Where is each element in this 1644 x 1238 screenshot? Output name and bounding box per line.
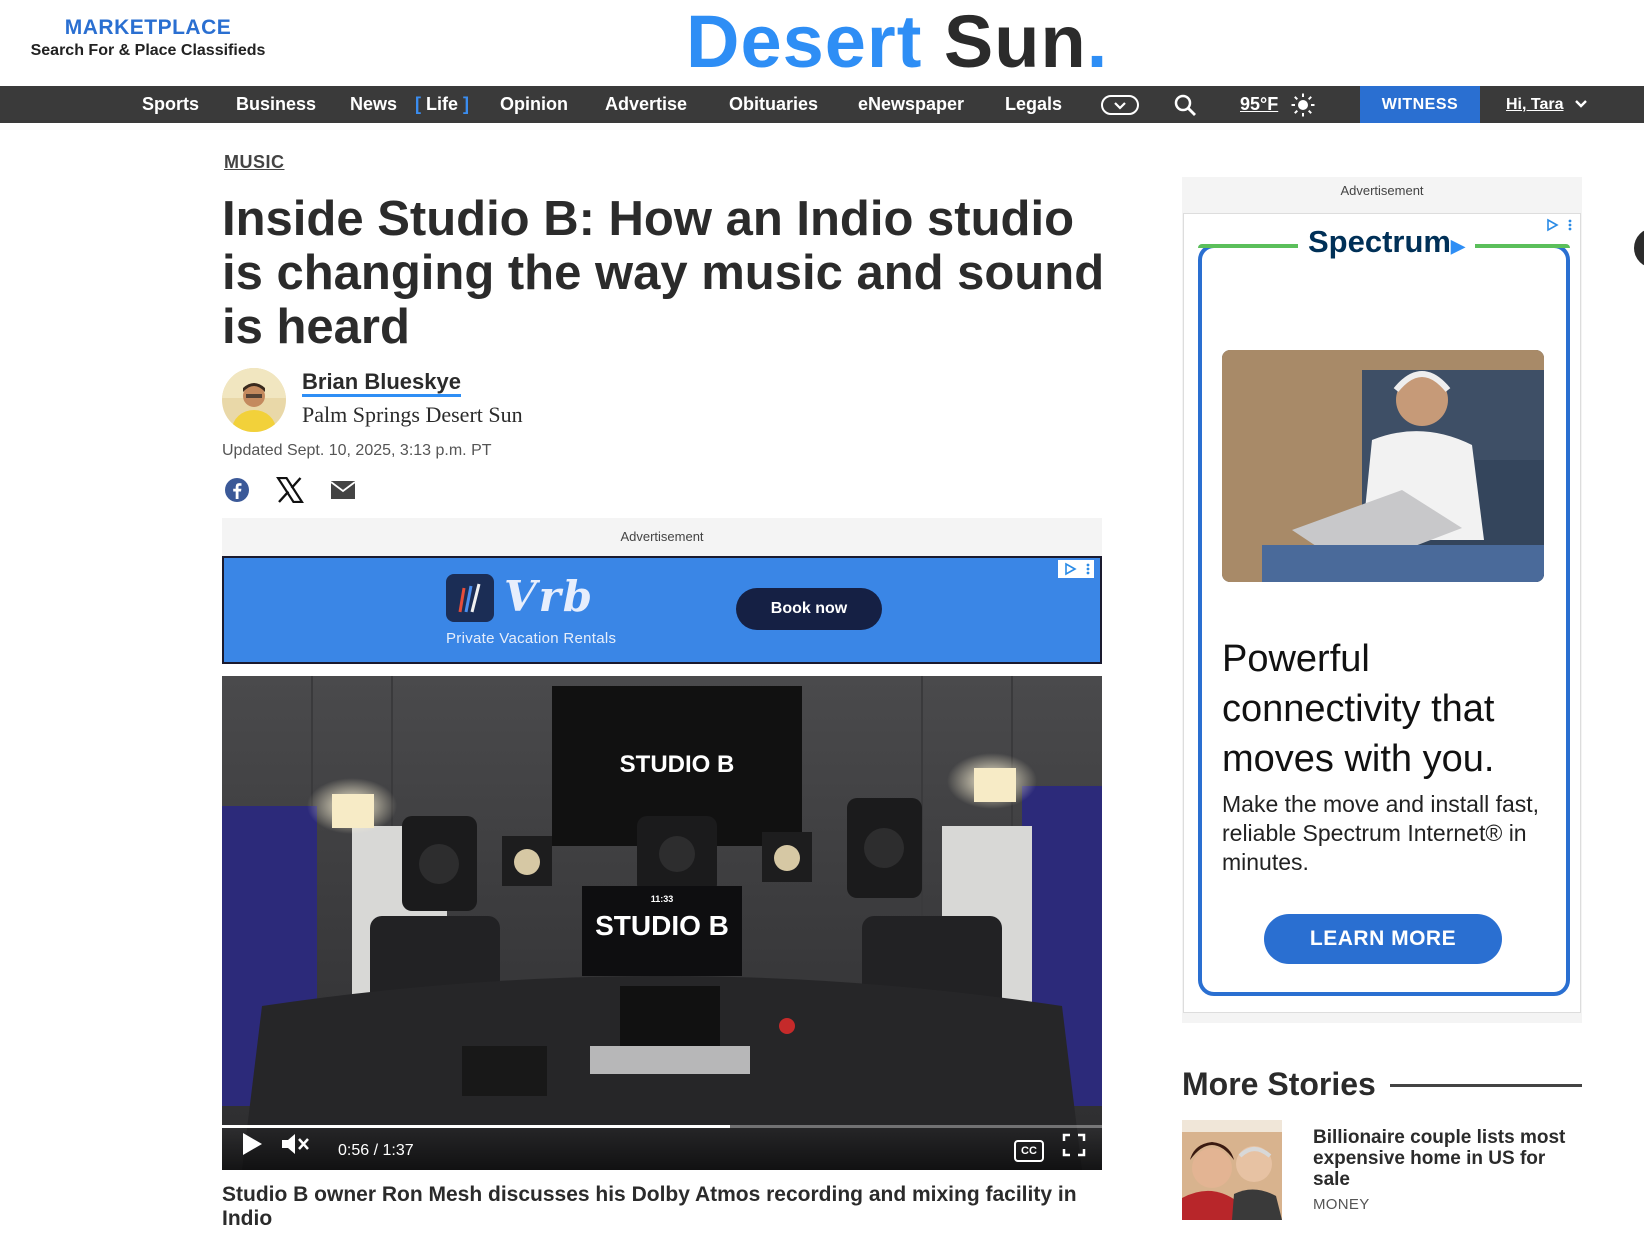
ad-label: Advertisement (222, 518, 1102, 556)
side-ad-label: Advertisement (1340, 183, 1424, 198)
vrbo-tagline: Private Vacation Rentals (446, 630, 617, 647)
author-avatar[interactable] (222, 368, 286, 432)
play-icon[interactable] (240, 1131, 264, 1162)
nav-item-life[interactable]: [ Life ] (415, 86, 469, 123)
side-adchoices-icon[interactable] (1540, 216, 1576, 234)
vrbo-logo (446, 574, 494, 622)
screen-text: STUDIO B (620, 751, 735, 778)
spectrum-headline: Powerful connectivity that moves with yo… (1222, 638, 1495, 780)
video-progress-fill (222, 1125, 730, 1128)
marketplace-subtitle: Search For & Place Classifieds (30, 42, 266, 59)
side-ad-creative[interactable]: Spectrum▶ Powerful connectivity that mov… (1183, 213, 1581, 1013)
story-title-link[interactable]: Billionaire couple lists most expensive … (1313, 1127, 1583, 1190)
x-icon[interactable] (275, 475, 305, 505)
nav-item-business[interactable]: Business (236, 86, 316, 123)
sun-icon (1290, 86, 1316, 123)
monitor-text: STUDIO B (595, 910, 729, 941)
author-name-link[interactable]: Brian Blueskye (302, 370, 461, 397)
adchoices-icon[interactable] (1058, 560, 1094, 578)
vrbo-wordmark: Vrb (504, 572, 595, 621)
more-stories-divider (1390, 1084, 1582, 1087)
vrbo-banner-ad[interactable]: Vrb Private Vacation Rentals Book now (222, 556, 1102, 664)
fullscreen-icon[interactable] (1062, 1133, 1086, 1162)
nav-item-sports[interactable]: Sports (142, 86, 199, 123)
studio-video-frame: STUDIO B 11:33 STUDIO B (222, 676, 1102, 1170)
story-category[interactable]: MONEY (1313, 1196, 1370, 1213)
spectrum-logo: Spectrum▶ (1298, 224, 1475, 260)
user-name: Hi, Tara (1506, 96, 1564, 113)
spectrum-subtext: Make the move and install fast, reliable… (1222, 791, 1540, 875)
publication-name: Palm Springs Desert Sun (302, 402, 523, 427)
main-nav: Sports Business News [ Life ] Opinion Ad… (0, 86, 1644, 123)
user-menu[interactable]: Hi, Tara (1506, 86, 1588, 123)
more-stories-title: More Stories (1182, 1066, 1376, 1102)
nav-item-news[interactable]: News (350, 86, 397, 123)
nav-item-legals[interactable]: Legals (1005, 86, 1062, 123)
video-controls: 0:56 / 1:37 CC (222, 1125, 1102, 1170)
video-progress-bar[interactable] (222, 1125, 1102, 1128)
spectrum-side-ad[interactable]: Advertisement Spectrum▶ Powerful connect… (1182, 177, 1582, 1023)
logo-word-desert: Desert (686, 0, 923, 83)
facebook-icon[interactable] (222, 475, 252, 505)
monitor-clock: 11:33 (651, 894, 674, 904)
video-caption: Studio B owner Ron Mesh discusses his Do… (222, 1183, 1077, 1230)
closed-captions-icon[interactable]: CC (1014, 1140, 1044, 1162)
video-player[interactable]: STUDIO B 11:33 STUDIO B 0:56 / 1:37 CC (222, 676, 1102, 1170)
logo-dot: . (1086, 0, 1109, 83)
video-time: 0:56 / 1:37 (338, 1142, 414, 1160)
more-menu-icon[interactable] (1100, 86, 1140, 123)
article-headline: Inside Studio B: How an Indio studio is … (222, 192, 1105, 354)
search-icon[interactable] (1170, 86, 1200, 123)
spectrum-wordmark: Spectrum (1308, 224, 1451, 259)
story-thumbnail[interactable] (1182, 1120, 1282, 1220)
updated-timestamp: Updated Sept. 10, 2025, 3:13 p.m. PT (222, 442, 492, 459)
chevron-down-icon (1574, 86, 1588, 123)
mute-icon[interactable] (280, 1131, 310, 1162)
logo-word-sun: Sun (943, 0, 1087, 83)
nav-item-obituaries[interactable]: Obituaries (729, 86, 818, 123)
nav-item-opinion[interactable]: Opinion (500, 86, 568, 123)
site-header: MARKETPLACE Search For & Place Classifie… (0, 0, 1644, 86)
nav-item-life-label: Life (426, 94, 459, 114)
floating-button[interactable] (1634, 228, 1644, 268)
current-time: 0:56 (338, 1142, 370, 1159)
learn-more-button[interactable]: LEARN MORE (1264, 914, 1502, 964)
book-now-button[interactable]: Book now (736, 588, 882, 630)
marketplace-link[interactable]: MARKETPLACE Search For & Place Classifie… (30, 16, 266, 60)
email-icon[interactable] (328, 475, 358, 505)
witness-button[interactable]: WITNESS (1360, 86, 1480, 123)
weather-temperature[interactable]: 95°F (1240, 86, 1278, 123)
nav-item-enewspaper[interactable]: eNewspaper (858, 86, 964, 123)
time-separator: / (373, 1142, 379, 1159)
marketplace-title: MARKETPLACE (64, 16, 232, 39)
duration: 1:37 (382, 1142, 414, 1159)
nav-item-advertise[interactable]: Advertise (605, 86, 687, 123)
section-label[interactable]: MUSIC (224, 152, 285, 173)
spectrum-photo (1222, 350, 1544, 582)
site-logo[interactable]: Desert Sun. (686, 2, 1108, 82)
